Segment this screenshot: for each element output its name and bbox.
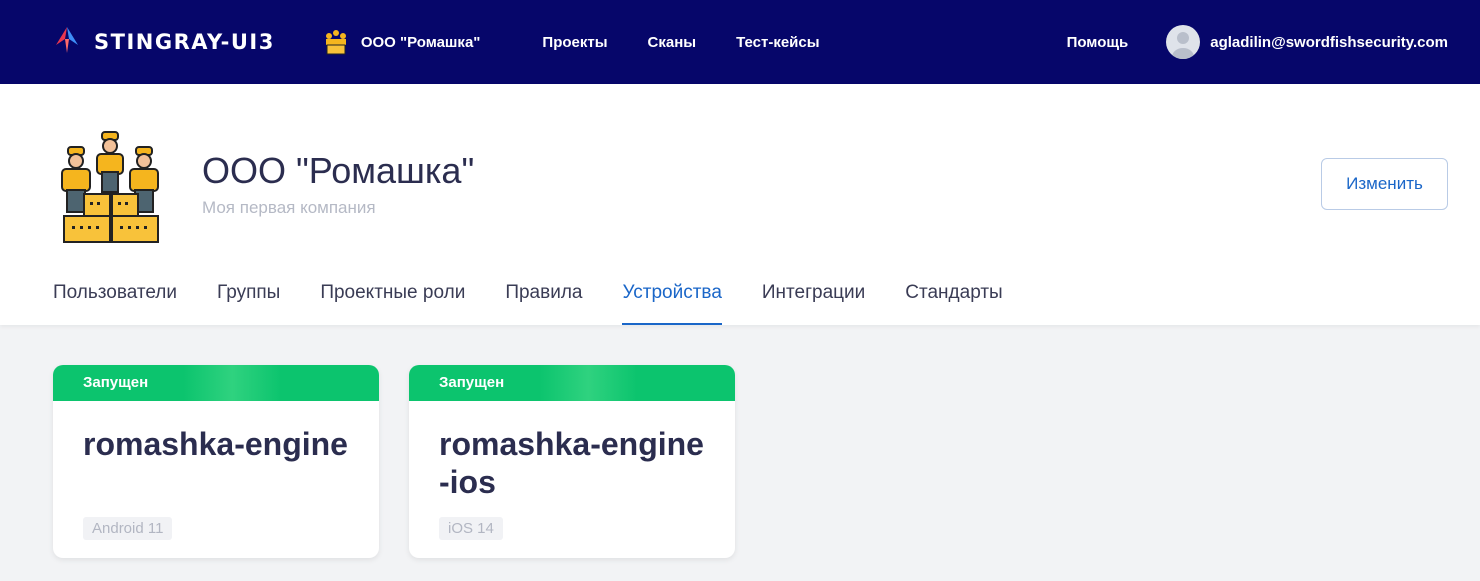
brand-logo[interactable]: STINGRAY-UI3: [52, 25, 275, 60]
os-badge: iOS 14: [439, 517, 503, 540]
tab-integrations[interactable]: Интеграции: [762, 282, 865, 325]
brand-name: STINGRAY-UI3: [94, 30, 275, 54]
status-badge: Запущен: [409, 365, 735, 401]
top-navbar: STINGRAY-UI3 ООО "Ромашка" Проекты Сканы…: [0, 0, 1480, 84]
page-subtitle: Моя первая компания: [202, 198, 376, 217]
os-badge: Android 11: [83, 517, 173, 540]
nav-scans[interactable]: Сканы: [648, 34, 697, 51]
status-badge: Запущен: [53, 365, 379, 401]
edit-button[interactable]: Изменить: [1321, 158, 1448, 210]
device-name: romashka-engine-ios: [439, 426, 704, 500]
tab-groups[interactable]: Группы: [217, 282, 280, 325]
org-header-panel: ООО "Ромашка" Моя первая компания Измени…: [0, 84, 1480, 325]
tab-devices[interactable]: Устройства: [622, 282, 722, 325]
nav-test-cases[interactable]: Тест-кейсы: [736, 34, 819, 51]
org-switcher-label: ООО "Ромашка": [360, 33, 481, 51]
org-logo-icon: [52, 128, 170, 246]
org-logo-icon: [321, 27, 351, 57]
tab-project-roles[interactable]: Проектные роли: [320, 282, 465, 325]
device-card[interactable]: Запущен romashka-engine-ios iOS 14: [409, 365, 735, 558]
user-email: agladilin@swordfishsecurity.com: [1210, 33, 1448, 51]
help-link[interactable]: Помощь: [1067, 34, 1129, 51]
page-title: ООО "Ромашка": [202, 150, 475, 191]
device-list: Запущен romashka-engine Android 11 Запущ…: [0, 325, 1480, 558]
nav-projects[interactable]: Проекты: [542, 34, 607, 51]
tab-rules[interactable]: Правила: [505, 282, 582, 325]
stingray-icon: [52, 25, 82, 60]
tab-users[interactable]: Пользователи: [53, 282, 177, 325]
device-name: romashka-engine: [83, 426, 348, 462]
device-card[interactable]: Запущен romashka-engine Android 11: [53, 365, 379, 558]
org-switcher[interactable]: ООО "Ромашка": [321, 27, 481, 57]
main-nav: Проекты Сканы Тест-кейсы: [542, 34, 819, 51]
tab-standards[interactable]: Стандарты: [905, 282, 1002, 325]
user-menu[interactable]: agladilin@swordfishsecurity.com: [1166, 25, 1448, 59]
avatar: [1166, 25, 1201, 59]
org-tabs: Пользователи Группы Проектные роли Прави…: [53, 282, 1003, 325]
